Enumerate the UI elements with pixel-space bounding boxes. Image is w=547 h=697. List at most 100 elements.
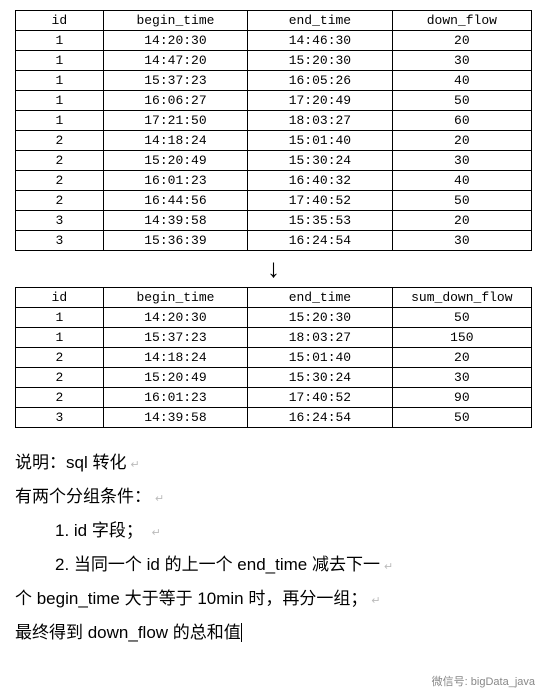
table-header-row: id begin_time end_time down_flow bbox=[16, 11, 532, 31]
table-cell: 16:24:54 bbox=[248, 231, 392, 251]
table-cell: 20 bbox=[392, 211, 531, 231]
table-row: 114:20:3015:20:3050 bbox=[16, 308, 532, 328]
table-cell: 50 bbox=[392, 308, 531, 328]
table-cell: 60 bbox=[392, 111, 531, 131]
table-cell: 2 bbox=[16, 191, 104, 211]
table-cell: 16:40:32 bbox=[248, 171, 392, 191]
table-cell: 15:01:40 bbox=[248, 131, 392, 151]
table-cell: 15:36:39 bbox=[103, 231, 247, 251]
col-id: id bbox=[16, 11, 104, 31]
table-cell: 14:39:58 bbox=[103, 211, 247, 231]
table-cell: 14:18:24 bbox=[103, 131, 247, 151]
table-cell: 15:20:49 bbox=[103, 151, 247, 171]
table-cell: 15:30:24 bbox=[248, 368, 392, 388]
table-cell: 16:01:23 bbox=[103, 171, 247, 191]
table-cell: 17:20:49 bbox=[248, 91, 392, 111]
table-cell: 1 bbox=[16, 308, 104, 328]
col-down-flow: down_flow bbox=[392, 11, 531, 31]
table-row: 117:21:5018:03:2760 bbox=[16, 111, 532, 131]
text-line: 2. 当同一个 id 的上一个 end_time 减去下一↵ bbox=[15, 548, 532, 582]
table-cell: 15:37:23 bbox=[103, 71, 247, 91]
text-line: 有两个分组条件：↵ bbox=[15, 480, 532, 514]
table-row: 115:37:2316:05:2640 bbox=[16, 71, 532, 91]
table-row: 216:01:2317:40:5290 bbox=[16, 388, 532, 408]
table-cell: 2 bbox=[16, 348, 104, 368]
table-cell: 20 bbox=[392, 348, 531, 368]
table-cell: 40 bbox=[392, 171, 531, 191]
table-cell: 16:06:27 bbox=[103, 91, 247, 111]
table-cell: 15:35:53 bbox=[248, 211, 392, 231]
table-cell: 30 bbox=[392, 231, 531, 251]
footer-watermark: 微信号: bigData_java bbox=[432, 673, 535, 689]
table-cell: 20 bbox=[392, 131, 531, 151]
table-row: 115:37:2318:03:27150 bbox=[16, 328, 532, 348]
table-cell: 3 bbox=[16, 408, 104, 428]
table-cell: 14:39:58 bbox=[103, 408, 247, 428]
table-cell: 40 bbox=[392, 71, 531, 91]
table-row: 216:44:5617:40:5250 bbox=[16, 191, 532, 211]
table-cell: 1 bbox=[16, 51, 104, 71]
table-cell: 50 bbox=[392, 91, 531, 111]
text-line: 个 begin_time 大于等于 10min 时，再分一组；↵ bbox=[15, 582, 532, 616]
table-cell: 16:01:23 bbox=[103, 388, 247, 408]
col-id: id bbox=[16, 288, 104, 308]
col-begin-time: begin_time bbox=[103, 11, 247, 31]
table-cell: 15:30:24 bbox=[248, 151, 392, 171]
table-cell: 18:03:27 bbox=[248, 328, 392, 348]
table-row: 214:18:2415:01:4020 bbox=[16, 131, 532, 151]
table-cell: 17:40:52 bbox=[248, 388, 392, 408]
input-table: id begin_time end_time down_flow 114:20:… bbox=[15, 10, 532, 251]
table-cell: 2 bbox=[16, 388, 104, 408]
table-cell: 14:20:30 bbox=[103, 31, 247, 51]
table-cell: 15:20:30 bbox=[248, 308, 392, 328]
table-row: 114:47:2015:20:3030 bbox=[16, 51, 532, 71]
table-cell: 3 bbox=[16, 231, 104, 251]
table-cell: 50 bbox=[392, 408, 531, 428]
text-line: 说明：sql 转化↵ bbox=[15, 446, 532, 480]
table-cell: 14:46:30 bbox=[248, 31, 392, 51]
col-begin-time: begin_time bbox=[103, 288, 247, 308]
text-line: 1. id 字段； ↵ bbox=[15, 514, 532, 548]
table-cell: 2 bbox=[16, 368, 104, 388]
table-cell: 2 bbox=[16, 151, 104, 171]
table-row: 214:18:2415:01:4020 bbox=[16, 348, 532, 368]
table-row: 216:01:2316:40:3240 bbox=[16, 171, 532, 191]
table-cell: 1 bbox=[16, 91, 104, 111]
table-row: 315:36:3916:24:5430 bbox=[16, 231, 532, 251]
table-cell: 15:20:30 bbox=[248, 51, 392, 71]
table-cell: 30 bbox=[392, 151, 531, 171]
table-cell: 50 bbox=[392, 191, 531, 211]
table-cell: 1 bbox=[16, 71, 104, 91]
table-cell: 14:18:24 bbox=[103, 348, 247, 368]
table-row: 215:20:4915:30:2430 bbox=[16, 368, 532, 388]
table-cell: 14:47:20 bbox=[103, 51, 247, 71]
table-row: 314:39:5815:35:5320 bbox=[16, 211, 532, 231]
table-cell: 30 bbox=[392, 368, 531, 388]
table-cell: 16:24:54 bbox=[248, 408, 392, 428]
table-row: 314:39:5816:24:5450 bbox=[16, 408, 532, 428]
table-row: 114:20:3014:46:3020 bbox=[16, 31, 532, 51]
col-end-time: end_time bbox=[248, 11, 392, 31]
table-cell: 15:01:40 bbox=[248, 348, 392, 368]
table-cell: 20 bbox=[392, 31, 531, 51]
table-cell: 18:03:27 bbox=[248, 111, 392, 131]
table-header-row: id begin_time end_time sum_down_flow bbox=[16, 288, 532, 308]
table-cell: 17:21:50 bbox=[103, 111, 247, 131]
table-cell: 16:44:56 bbox=[103, 191, 247, 211]
arrow-down-icon: ↓ bbox=[15, 251, 532, 287]
table-cell: 2 bbox=[16, 131, 104, 151]
table-cell: 30 bbox=[392, 51, 531, 71]
table-cell: 1 bbox=[16, 328, 104, 348]
table-cell: 16:05:26 bbox=[248, 71, 392, 91]
table-cell: 1 bbox=[16, 31, 104, 51]
col-sum-down-flow: sum_down_flow bbox=[392, 288, 531, 308]
col-end-time: end_time bbox=[248, 288, 392, 308]
explanation-text: 说明：sql 转化↵ 有两个分组条件：↵ 1. id 字段； ↵ 2. 当同一个… bbox=[15, 446, 532, 650]
table-cell: 17:40:52 bbox=[248, 191, 392, 211]
output-table: id begin_time end_time sum_down_flow 114… bbox=[15, 287, 532, 428]
table-cell: 2 bbox=[16, 171, 104, 191]
table-cell: 150 bbox=[392, 328, 531, 348]
text-line: 最终得到 down_flow 的总和值 bbox=[15, 616, 532, 650]
table-cell: 14:20:30 bbox=[103, 308, 247, 328]
table-cell: 1 bbox=[16, 111, 104, 131]
